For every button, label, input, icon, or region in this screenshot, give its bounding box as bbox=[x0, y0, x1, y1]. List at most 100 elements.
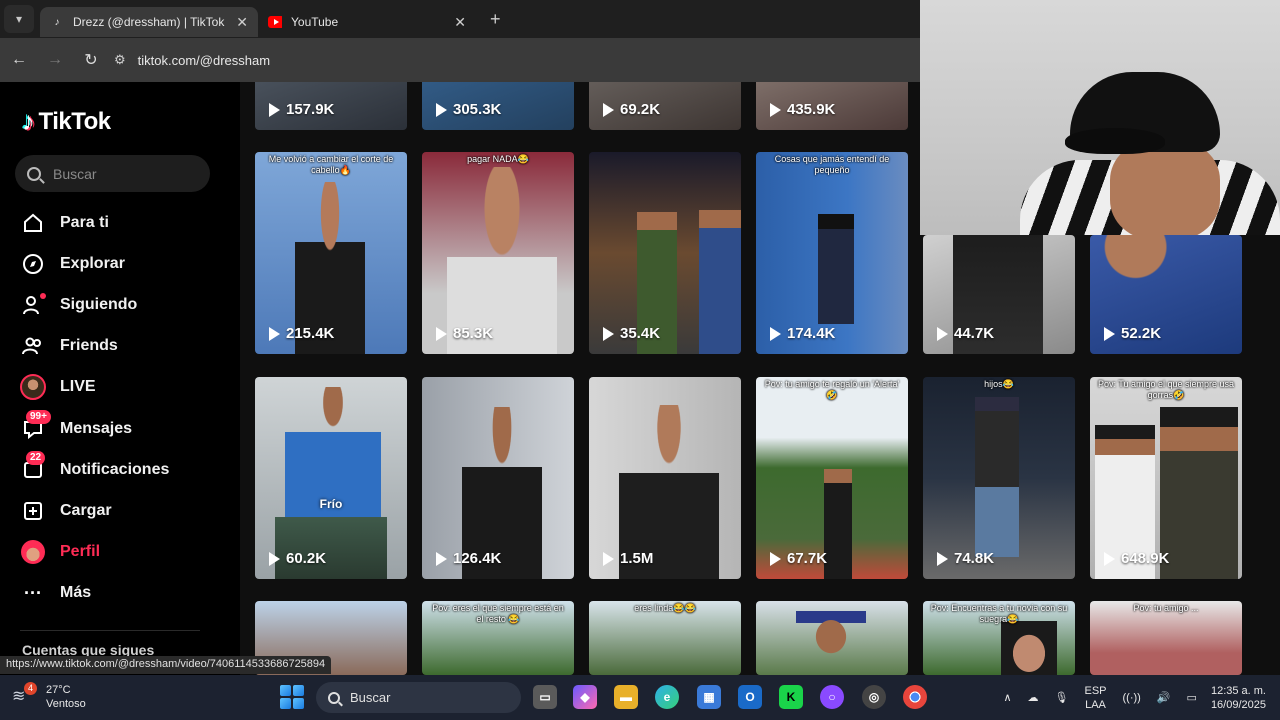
video-card[interactable]: 305.3K bbox=[422, 82, 574, 130]
tab-search-button[interactable]: ▾ bbox=[4, 5, 34, 33]
sidebar-item-label: Mensajes bbox=[60, 419, 133, 437]
video-card[interactable]: Pov: eres el que siempre está en el rest… bbox=[422, 601, 574, 675]
messages-icon: 99+ bbox=[20, 409, 51, 442]
play-icon bbox=[603, 102, 614, 117]
view-count: 157.9K bbox=[269, 101, 334, 118]
clock[interactable]: 12:35 a. m. 16/09/2025 bbox=[1211, 684, 1266, 712]
taskbar-search[interactable]: Buscar bbox=[316, 682, 521, 713]
weather-badge: 4 bbox=[24, 682, 37, 695]
view-count: 35.4K bbox=[603, 325, 660, 342]
show-hidden-icons-icon[interactable]: ∧ bbox=[1003, 691, 1011, 704]
view-count: 648.9K bbox=[1104, 550, 1169, 567]
chrome-icon[interactable] bbox=[903, 685, 927, 709]
view-count: 74.8K bbox=[937, 550, 994, 567]
language-indicator[interactable]: ESP LAA bbox=[1084, 684, 1106, 712]
sidebar-item-perfil[interactable]: Perfil bbox=[20, 532, 169, 573]
play-icon bbox=[770, 326, 781, 341]
sidebar-item-mensajes[interactable]: 99+ Mensajes bbox=[20, 408, 169, 449]
microphone-icon[interactable]: 🎙 bbox=[1055, 691, 1069, 704]
url-field[interactable]: ⚙ tiktok.com/@dressham bbox=[114, 52, 270, 68]
video-card[interactable]: eres linda😂😂 bbox=[589, 601, 741, 675]
tab-title: Drezz (@dressham) | TikTok bbox=[73, 15, 225, 29]
tab-tiktok[interactable]: ♪ Drezz (@dressham) | TikTok ✕ bbox=[40, 7, 258, 37]
play-icon bbox=[603, 551, 614, 566]
sidebar-item-cargar[interactable]: Cargar bbox=[20, 490, 169, 531]
video-card[interactable]: Cosas que jamás entendí de pequeño 174.4… bbox=[756, 152, 908, 354]
play-icon bbox=[269, 326, 280, 341]
tab-youtube[interactable]: YouTube ✕ bbox=[258, 7, 476, 37]
reload-button[interactable]: ↻ bbox=[74, 43, 108, 77]
sidebar-item-label: LIVE bbox=[60, 378, 96, 396]
close-tab-icon[interactable]: ✕ bbox=[454, 14, 466, 31]
following-icon bbox=[20, 292, 46, 318]
view-count: 60.2K bbox=[269, 550, 326, 567]
site-info-icon[interactable]: ⚙ bbox=[114, 52, 126, 68]
video-card[interactable]: 35.4K bbox=[589, 152, 741, 354]
video-card[interactable]: Pov: tu amigo ... bbox=[1090, 601, 1242, 675]
video-caption: Pov: Tu amigo el que siempre usa gorras🤣 bbox=[1097, 379, 1235, 400]
video-card[interactable] bbox=[756, 601, 908, 675]
sidebar-item-live[interactable]: LIVE bbox=[20, 367, 169, 408]
video-card[interactable]: 126.4K bbox=[422, 377, 574, 579]
notifications-icon: 22 bbox=[20, 450, 46, 483]
video-card[interactable]: Me volvió a cambiar el corte de cabello🔥… bbox=[255, 152, 407, 354]
live-avatar bbox=[20, 374, 46, 401]
video-caption: Pov: tu amigo te regaló un 'Alerta' 🤣 bbox=[764, 379, 900, 400]
sidebar-item-label: Para ti bbox=[60, 213, 109, 231]
outlook-icon[interactable]: O bbox=[738, 685, 762, 709]
video-card[interactable]: 157.9K bbox=[255, 82, 407, 130]
battery-icon[interactable]: ▭ bbox=[1187, 691, 1197, 704]
back-button[interactable]: ← bbox=[2, 43, 36, 77]
obs-icon[interactable]: ◎ bbox=[862, 685, 886, 709]
start-button[interactable] bbox=[280, 685, 304, 709]
new-tab-button[interactable]: + bbox=[490, 9, 501, 30]
view-count: 174.4K bbox=[770, 325, 835, 342]
video-caption: Me volvió a cambiar el corte de cabello🔥 bbox=[268, 154, 394, 175]
video-card[interactable]: 1.5M bbox=[589, 377, 741, 579]
notification-dot bbox=[40, 292, 46, 299]
file-explorer-icon[interactable]: ▬ bbox=[614, 685, 638, 709]
search-input[interactable]: Buscar bbox=[15, 155, 210, 192]
play-icon bbox=[269, 102, 280, 117]
wifi-icon[interactable]: ((·)) bbox=[1123, 692, 1141, 704]
video-card[interactable]: 69.2K bbox=[589, 82, 741, 130]
video-card[interactable]: Pov: Encuentras a tu novia con su suegra… bbox=[923, 601, 1075, 675]
sidebar-item-para-ti[interactable]: Para ti bbox=[20, 202, 169, 243]
tab-title: YouTube bbox=[291, 15, 339, 29]
app-circle-icon[interactable]: ○ bbox=[820, 685, 844, 709]
sidebar-item-mas[interactable]: ··· Más bbox=[20, 573, 169, 614]
sidebar-item-label: Más bbox=[60, 584, 92, 602]
video-card[interactable]: Frío 60.2K bbox=[255, 377, 407, 579]
sidebar-item-notificaciones[interactable]: 22 Notificaciones bbox=[20, 449, 169, 490]
search-placeholder: Buscar bbox=[53, 165, 97, 182]
sidebar-item-friends[interactable]: Friends bbox=[20, 326, 169, 367]
onedrive-icon[interactable]: ☁ bbox=[1028, 691, 1039, 704]
sidebar-item-siguiendo[interactable]: Siguiendo bbox=[20, 284, 169, 325]
tiktok-note-icon: ♪ bbox=[22, 106, 35, 136]
edge-icon[interactable]: e bbox=[655, 685, 679, 709]
forward-button[interactable]: → bbox=[38, 43, 72, 77]
upload-icon bbox=[20, 498, 46, 524]
video-card[interactable]: Pov: Tu amigo el que siempre usa gorras🤣… bbox=[1090, 377, 1242, 579]
video-card[interactable]: hijos😂 74.8K bbox=[923, 377, 1075, 579]
search-icon bbox=[27, 166, 41, 181]
video-card[interactable]: 44.7K bbox=[923, 235, 1075, 354]
weather-widget[interactable]: ≋ 4 27°C Ventoso bbox=[12, 682, 86, 711]
close-tab-icon[interactable]: ✕ bbox=[236, 14, 248, 31]
copilot-icon[interactable]: ◆ bbox=[573, 685, 597, 709]
sidebar-divider bbox=[20, 630, 200, 631]
video-card[interactable]: 435.9K bbox=[756, 82, 908, 130]
video-card[interactable]: 52.2K bbox=[1090, 235, 1242, 354]
play-icon bbox=[937, 551, 948, 566]
tiktok-logo[interactable]: ♪ TikTok bbox=[22, 106, 111, 137]
view-count: 126.4K bbox=[436, 550, 501, 567]
kick-icon[interactable]: K bbox=[779, 685, 803, 709]
view-count: 435.9K bbox=[770, 101, 835, 118]
store-icon[interactable]: ▦ bbox=[697, 685, 721, 709]
video-card[interactable]: Pov: tu amigo te regaló un 'Alerta' 🤣 67… bbox=[756, 377, 908, 579]
video-card[interactable]: pagar NADA😂 85.3K bbox=[422, 152, 574, 354]
home-icon bbox=[20, 210, 46, 236]
volume-icon[interactable]: 🔊 bbox=[1157, 691, 1171, 704]
sidebar-item-explorar[interactable]: Explorar bbox=[20, 243, 169, 284]
task-view-icon[interactable]: ▭ bbox=[533, 685, 557, 709]
